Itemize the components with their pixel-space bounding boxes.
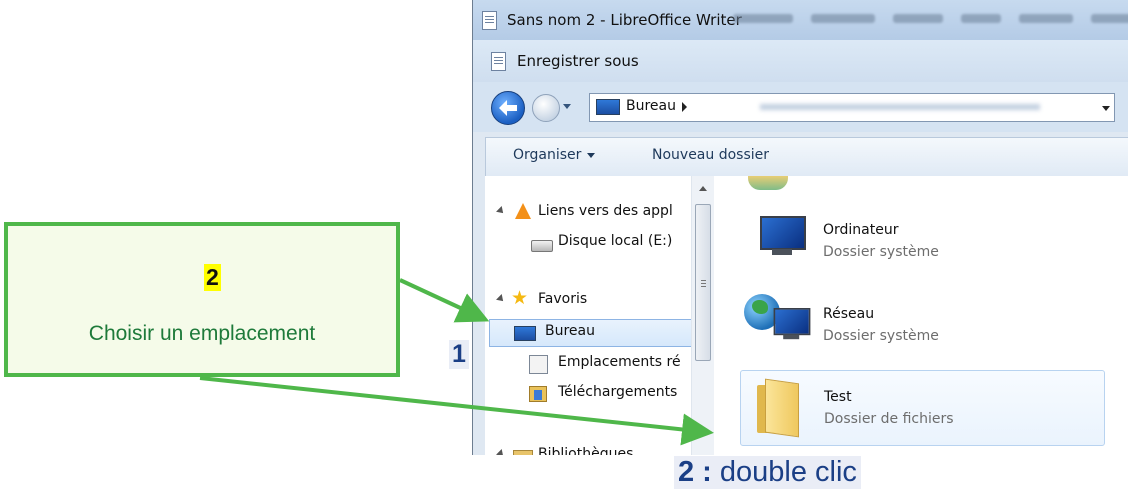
desktop-icon <box>514 326 536 341</box>
computer-icon <box>752 216 806 256</box>
expand-triangle-icon[interactable] <box>496 294 506 304</box>
back-button[interactable] <box>491 91 525 125</box>
partial-folder-icon <box>748 176 788 190</box>
file-item-ordinateur[interactable]: Ordinateur Dossier système <box>740 208 1103 282</box>
file-item-reseau[interactable]: Réseau Dossier système <box>740 292 1103 366</box>
file-type: Dossier système <box>823 328 939 344</box>
nav-item-telechargements[interactable]: Téléchargements <box>529 382 691 406</box>
file-list: Ordinateur Dossier système Réseau Dossie… <box>714 176 1128 455</box>
desktop-icon <box>596 99 620 115</box>
file-item-test[interactable]: Test Dossier de fichiers <box>740 370 1105 446</box>
nav-scrollbar[interactable] <box>691 176 714 455</box>
blurred-menu-bar <box>733 14 1128 23</box>
nav-item-label: Bureau <box>545 323 595 339</box>
callout-text: Choisir un emplacement <box>88 322 316 345</box>
nav-item-disque[interactable]: Disque local (E:) <box>529 231 691 255</box>
expand-triangle-icon[interactable] <box>496 206 506 216</box>
organise-label: Organiser <box>513 147 582 163</box>
recent-places-icon <box>529 355 548 374</box>
step-1-label: 1 <box>449 340 469 369</box>
app-title: Sans nom 2 - LibreOffice Writer <box>507 11 742 29</box>
scroll-up-icon[interactable] <box>699 186 707 191</box>
file-name: Réseau <box>823 306 875 322</box>
expand-triangle-icon[interactable] <box>496 449 506 455</box>
dialog-toolbar: Organiser Nouveau dossier <box>485 137 1128 177</box>
breadcrumb-bureau[interactable]: Bureau <box>626 98 676 114</box>
step-2-label: 2 : double clic <box>674 456 861 489</box>
new-folder-button[interactable]: Nouveau dossier <box>652 147 769 163</box>
history-dropdown-icon[interactable] <box>563 104 571 109</box>
nav-item-emplacements[interactable]: Emplacements ré <box>529 352 691 376</box>
step-2-text: double clic <box>719 456 857 488</box>
dialog-title: Enregistrer sous <box>517 52 639 70</box>
address-dropdown-icon[interactable] <box>1102 106 1110 111</box>
forward-button[interactable] <box>532 94 560 122</box>
network-icon <box>767 308 811 340</box>
file-name: Ordinateur <box>823 222 899 238</box>
file-type: Dossier système <box>823 244 939 260</box>
folder-icon <box>757 378 799 438</box>
address-breadcrumb[interactable]: Bureau <box>589 93 1115 122</box>
star-icon: ★ <box>511 287 529 309</box>
file-type: Dossier de fichiers <box>824 411 954 427</box>
callout-step-number: 2 <box>204 264 221 291</box>
writer-doc-icon <box>482 11 497 30</box>
breadcrumb-chevron-icon[interactable] <box>682 102 687 112</box>
dialog-doc-icon <box>491 52 506 71</box>
nav-item-label: Disque local (E:) <box>558 233 673 249</box>
library-icon <box>513 450 533 455</box>
save-dialog-window: Sans nom 2 - LibreOffice Writer Enregist… <box>472 0 1128 455</box>
blurred-address-area <box>760 104 1040 110</box>
drive-icon <box>531 240 553 252</box>
nav-item-label: Emplacements ré <box>558 354 681 370</box>
nav-item-bibliotheques[interactable]: Bibliothèques <box>496 444 691 455</box>
downloads-icon <box>529 386 547 402</box>
vlc-icon <box>515 203 531 219</box>
scrollbar-thumb[interactable] <box>695 204 711 361</box>
nav-item-label: Favoris <box>538 291 588 307</box>
nav-item-liens[interactable]: Liens vers des appl <box>496 201 691 225</box>
arrow-to-bureau <box>399 278 490 323</box>
step-2-number: 2 : <box>678 456 712 488</box>
chevron-down-icon <box>587 152 596 158</box>
app-titlebar: Sans nom 2 - LibreOffice Writer <box>473 0 1128 40</box>
back-arrow-icon <box>499 100 517 116</box>
file-name: Test <box>824 389 852 405</box>
nav-item-label: Téléchargements <box>558 384 678 400</box>
navigation-pane: Liens vers des appl Disque local (E:) ★ … <box>485 176 692 455</box>
instruction-callout: 2 Choisir un emplacement <box>4 222 400 377</box>
organise-button[interactable]: Organiser <box>513 147 596 163</box>
nav-item-favoris[interactable]: ★ Favoris <box>496 287 691 313</box>
nav-item-bureau[interactable]: Bureau <box>489 319 691 347</box>
grip-icon <box>701 280 706 281</box>
nav-item-label: Bibliothèques <box>538 446 634 455</box>
nav-item-label: Liens vers des appl <box>538 203 673 219</box>
